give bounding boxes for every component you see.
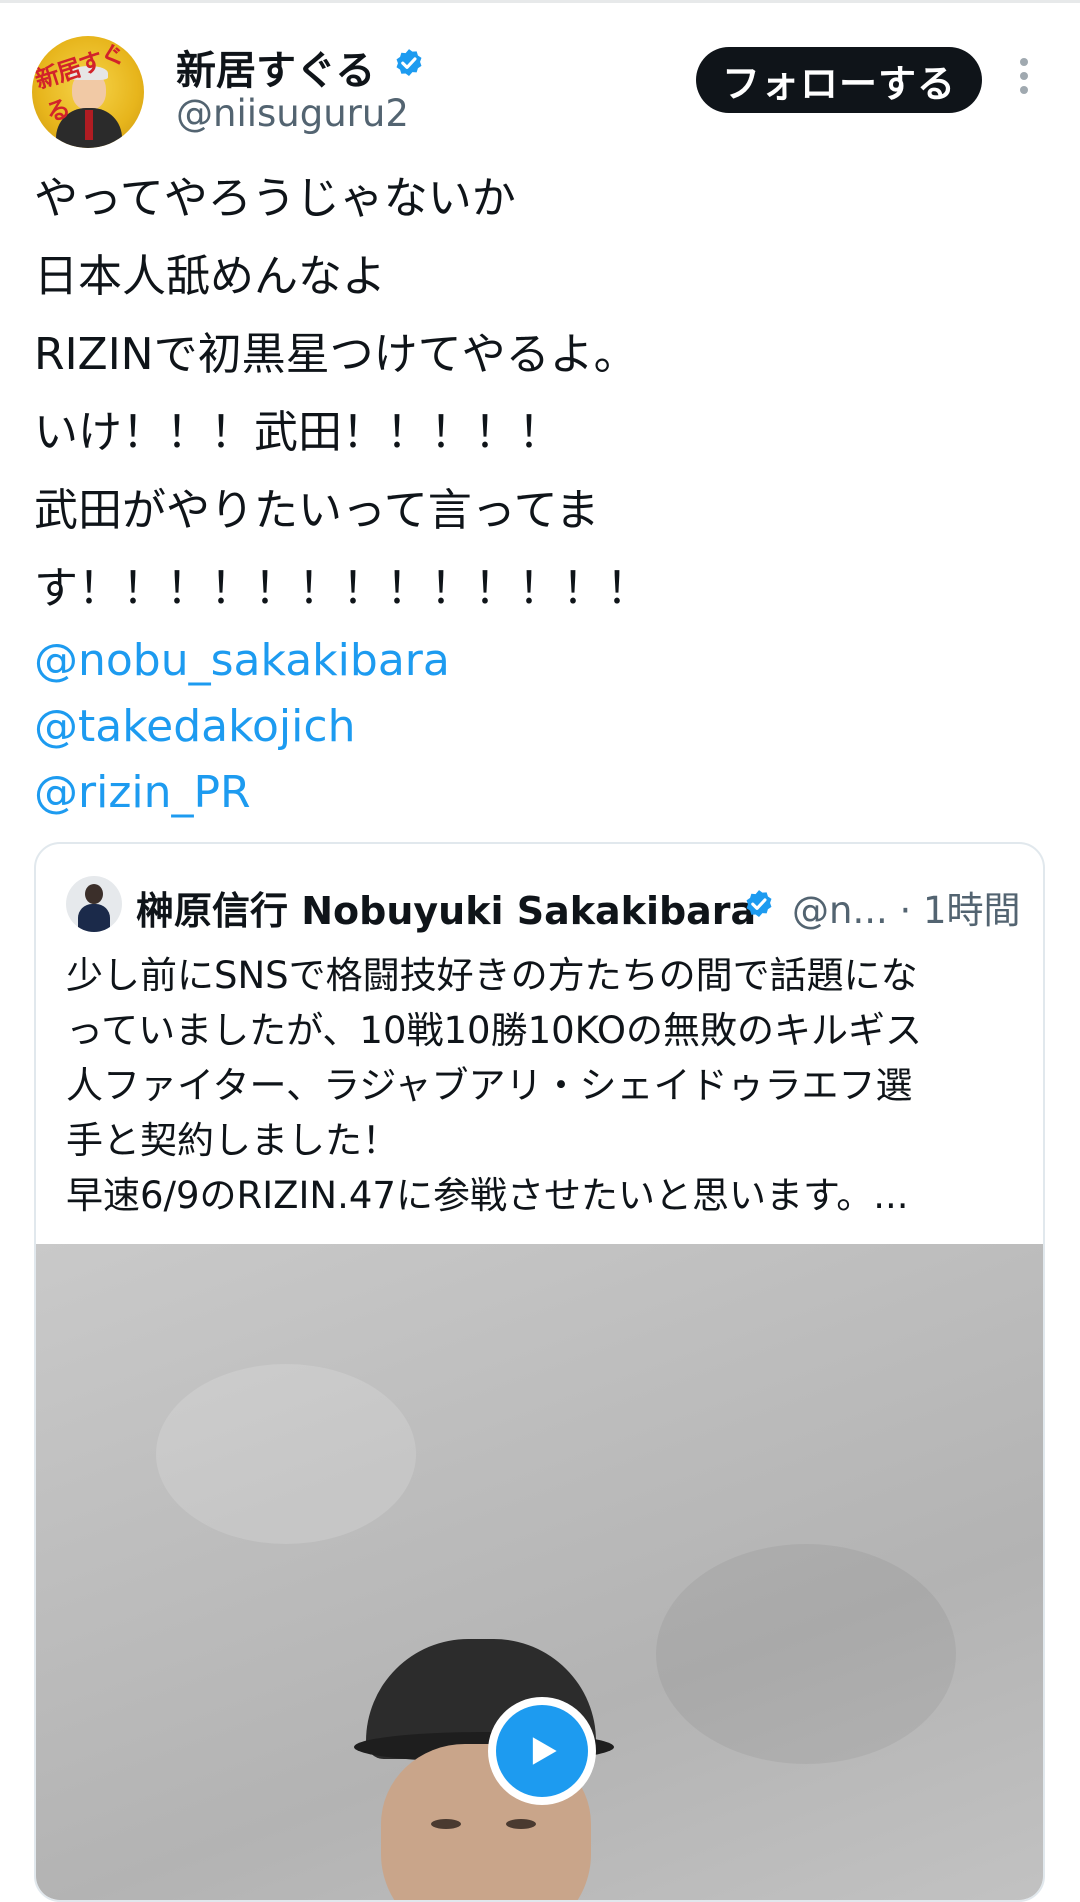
tweet-body: やってやろうじゃないか 日本人舐めんなよ RIZINで初黒星つけてやるよ。 いけ… [34, 160, 1054, 826]
tweet-text-line: いけ！！！武田！！！！！ [34, 407, 562, 458]
author-display-name[interactable]: 新居すぐる [176, 38, 375, 96]
play-icon[interactable] [488, 1697, 596, 1805]
tweet-text-line: やってやろうじゃないか [34, 173, 516, 224]
quoted-author-name[interactable]: 榊原信行 Nobuyuki Sakakibara [136, 880, 756, 935]
quoted-tweet-body: 少し前にSNSで格闘技好きの方たちの間で話題にな っていましたが、10戦10勝1… [66, 948, 1026, 1223]
verified-badge-icon [396, 49, 422, 77]
video-thumbnail[interactable] [36, 1244, 1043, 1900]
play-triangle-icon [532, 1737, 557, 1765]
more-vertical-icon[interactable] [1016, 58, 1032, 102]
quoted-text-line: 早速6/9のRIZIN.47に参戦させたいと思います。... [66, 1174, 909, 1217]
avatar-logo-text: 新居すぐる [32, 39, 128, 128]
quoted-text-line: っていましたが、10戦10勝10KOの無敗のキルギス [66, 1009, 923, 1052]
tweet-text-line: 日本人舐めんなよ [34, 251, 386, 302]
mention-link[interactable]: @nobu_sakakibara [34, 628, 1054, 694]
quoted-author-avatar[interactable] [66, 876, 122, 932]
quoted-text-line: 手と契約しました！ [66, 1119, 399, 1162]
quoted-text-line: 少し前にSNSで格闘技好きの方たちの間で話題にな [66, 954, 918, 997]
top-divider [0, 0, 1080, 3]
tweet-text-line: 武田がやりたいって言ってま [34, 485, 600, 536]
quoted-text-line: 人ファイター、ラジャブアリ・シェイドゥラエフ選 [66, 1064, 913, 1107]
tweet-text-line: す！！！！！！！！！！！！！ [34, 563, 650, 614]
quoted-tweet-card[interactable]: 榊原信行 Nobuyuki Sakakibara @n... · 1時間 少し前… [34, 842, 1045, 1902]
tweet-text-line: RIZINで初黒星つけてやるよ。 [34, 329, 638, 380]
author-handle[interactable]: @niisuguru2 [176, 92, 409, 135]
mention-link[interactable]: @rizin_PR [34, 760, 1054, 826]
verified-badge-icon [746, 890, 772, 918]
author-avatar[interactable]: 新居すぐる [32, 36, 144, 148]
follow-button[interactable]: フォローする [696, 47, 982, 113]
quoted-handle-and-time: @n... · 1時間 [792, 889, 1021, 932]
mention-link[interactable]: @takedakojich [34, 694, 1054, 760]
